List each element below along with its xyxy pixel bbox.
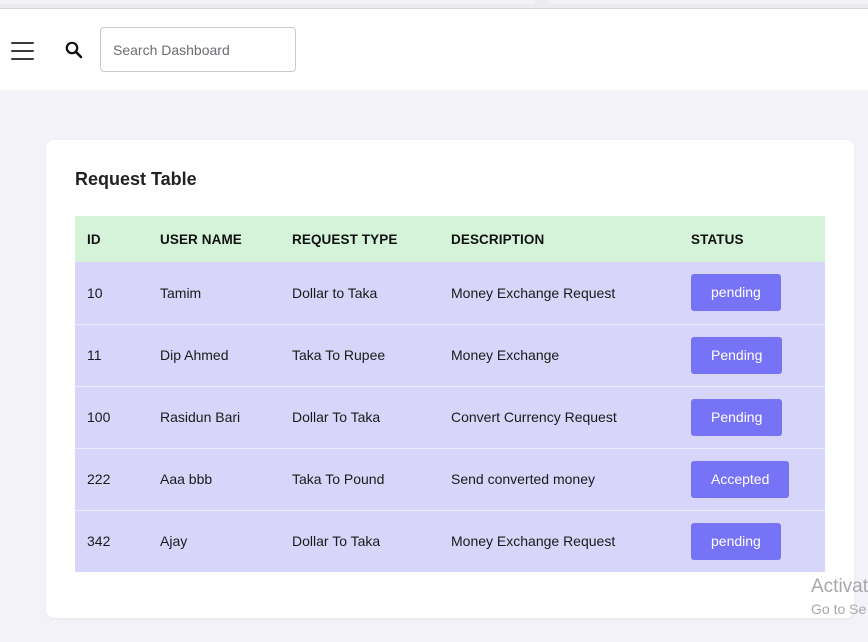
cell-status: Pending: [679, 385, 825, 448]
column-header-request-type: REQUEST TYPE: [292, 231, 398, 247]
cell-id: 342: [75, 509, 148, 572]
search-icon[interactable]: [64, 40, 84, 60]
cell-user-name: Dip Ahmed: [148, 323, 280, 386]
cell-request-type: Taka To Rupee: [280, 323, 439, 386]
cell-request-type: Dollar To Taka: [280, 385, 439, 448]
hamburger-menu-icon[interactable]: [11, 40, 34, 60]
request-table-card: Request Table ID USER NAME REQUEST TYPE …: [46, 140, 854, 618]
table-row: 342 Ajay Dollar To Taka Money Exchange R…: [75, 509, 825, 572]
status-button[interactable]: pending: [691, 274, 781, 312]
browser-top-strip: [0, 0, 868, 8]
column-header-id: ID: [87, 231, 101, 247]
cell-user-name: Ajay: [148, 509, 280, 572]
column-header-status: STATUS: [691, 231, 744, 247]
status-button[interactable]: Pending: [691, 336, 783, 374]
cell-description: Money Exchange Request: [451, 284, 616, 301]
cell-user-name: Tamim: [160, 284, 202, 301]
cell-request-type: Dollar To Taka: [280, 509, 439, 572]
browser-tab[interactable]: [0, 0, 535, 4]
status-button[interactable]: Pending: [691, 398, 783, 436]
cell-description: Money Exchange: [439, 323, 679, 386]
cell-status: pending: [679, 262, 825, 324]
cell-status: Accepted: [679, 447, 825, 510]
watermark-line2: Go to Se: [811, 601, 867, 617]
search-input[interactable]: [100, 27, 296, 72]
activation-watermark: Activat Go to Se: [811, 576, 868, 620]
cell-status: Pending: [679, 323, 825, 386]
cell-id: 10: [87, 284, 103, 301]
status-button[interactable]: pending: [691, 522, 781, 560]
cell-id: 222: [75, 447, 148, 510]
request-table: ID USER NAME REQUEST TYPE DESCRIPTION ST…: [75, 216, 825, 572]
table-row: 11 Dip Ahmed Taka To Rupee Money Exchang…: [75, 323, 825, 386]
table-row: 10 Tamim Dollar to Taka Money Exchange R…: [75, 262, 825, 324]
column-header-user-name: USER NAME: [160, 231, 242, 247]
cell-description: Money Exchange Request: [439, 509, 679, 572]
cell-request-type: Taka To Pound: [280, 447, 439, 510]
top-header: [0, 8, 868, 90]
cell-user-name: Rasidun Bari: [148, 385, 280, 448]
table-row: 100 Rasidun Bari Dollar To Taka Convert …: [75, 385, 825, 448]
cell-description: Convert Currency Request: [439, 385, 679, 448]
card-title: Request Table: [75, 169, 197, 189]
cell-status: pending: [679, 509, 825, 572]
cell-request-type: Dollar to Taka: [292, 284, 378, 301]
cell-description: Send converted money: [439, 447, 679, 510]
cell-id: 100: [75, 385, 148, 448]
status-button[interactable]: Accepted: [691, 460, 790, 498]
cell-id: 11: [75, 323, 148, 386]
table-row: 222 Aaa bbb Taka To Pound Send converted…: [75, 447, 825, 510]
watermark-line1: Activat: [811, 576, 868, 597]
browser-tab[interactable]: [548, 0, 868, 4]
table-header-row: ID USER NAME REQUEST TYPE DESCRIPTION ST…: [75, 216, 825, 262]
column-header-description: DESCRIPTION: [451, 231, 545, 247]
cell-user-name: Aaa bbb: [148, 447, 280, 510]
